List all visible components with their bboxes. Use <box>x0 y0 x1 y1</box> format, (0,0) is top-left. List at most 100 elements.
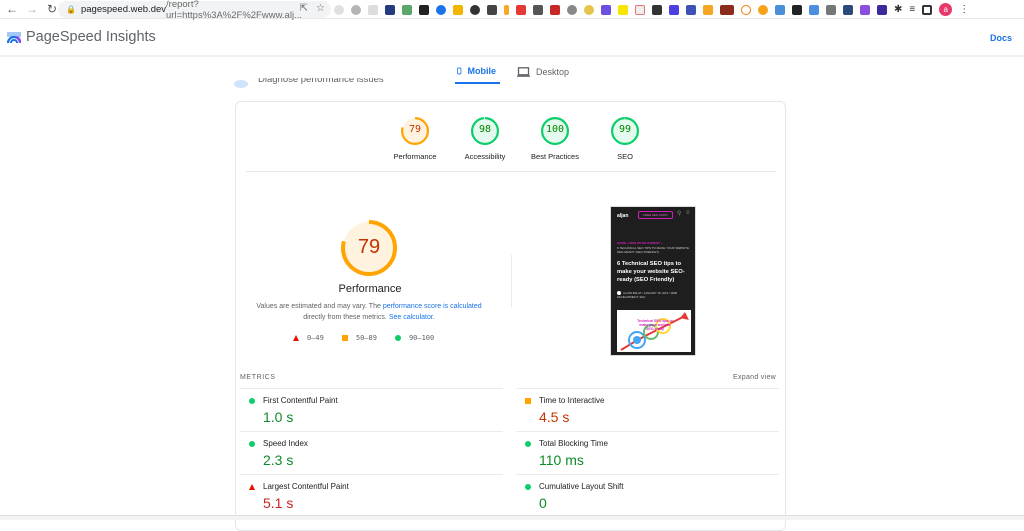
extension-icon[interactable] <box>775 4 785 15</box>
performance-score: 79 <box>357 236 381 258</box>
pass-circle-icon <box>525 441 531 447</box>
metrics-title: METRICS <box>240 374 276 381</box>
gauge-score: 100 <box>545 124 565 135</box>
diagnose-label: Diagnose performance issues <box>258 78 384 85</box>
back-button[interactable]: ← <box>2 2 22 16</box>
extension-icon[interactable] <box>385 4 395 15</box>
psi-header: PageSpeed Insights Docs <box>0 20 1024 57</box>
desc-text: Values are estimated and may vary. The <box>256 303 383 310</box>
extension-icon[interactable] <box>703 4 713 15</box>
extension-icon[interactable] <box>669 4 679 15</box>
gauge-best-practices[interactable]: 100 Best Practices <box>520 116 590 166</box>
see-calculator-link[interactable]: See calculator. <box>389 314 435 321</box>
extension-icon[interactable] <box>453 4 463 15</box>
extension-icon[interactable] <box>792 4 802 15</box>
extension-icon[interactable] <box>686 4 696 15</box>
extension-icon[interactable] <box>758 4 768 15</box>
extension-icon[interactable] <box>635 4 645 15</box>
legend-range: 50–89 <box>355 334 377 342</box>
extension-icon[interactable] <box>351 4 361 15</box>
extension-icon[interactable] <box>618 4 628 15</box>
metric-total-blocking-time: Total Blocking Time 110 ms <box>516 431 779 474</box>
extension-icon[interactable] <box>487 4 497 15</box>
metric-value: 5.1 s <box>263 495 294 511</box>
extension-icon[interactable] <box>652 4 662 15</box>
extension-icon[interactable] <box>843 4 853 15</box>
metric-label: First Contentful Paint <box>263 396 338 405</box>
metric-largest-contentful-paint: Largest Contentful Paint 5.1 s <box>240 474 503 517</box>
extension-icon[interactable] <box>584 4 594 15</box>
browser-toolbar: ← → ↻ 🔒 pagespeed.web.dev /report?url=ht… <box>0 0 1024 21</box>
pass-circle-icon <box>525 484 531 490</box>
desktop-monitor-icon <box>517 67 530 77</box>
share-icon[interactable]: ⇱ <box>300 3 308 14</box>
category-gauges: 79 Performance 98 Accessibility 100 Best… <box>380 116 660 166</box>
extension-icon[interactable] <box>860 4 870 15</box>
thumb-heading: 6 Technical SEO tips to make your websit… <box>617 261 685 283</box>
gauge-score: 79 <box>408 124 422 135</box>
gauge-accessibility[interactable]: 98 Accessibility <box>450 116 520 166</box>
average-square-icon <box>525 398 531 404</box>
docs-link[interactable]: Docs <box>990 33 1012 43</box>
metric-first-contentful-paint: First Contentful Paint 1.0 s <box>240 388 503 431</box>
pass-circle-icon <box>249 441 255 447</box>
address-bar[interactable]: 🔒 pagespeed.web.dev /report?url=https%3A… <box>58 0 331 21</box>
extension-icon[interactable] <box>368 4 378 15</box>
more-menu-icon[interactable]: ⋮ <box>959 4 969 15</box>
extension-icon[interactable] <box>533 4 543 15</box>
performance-title: Performance <box>338 283 402 295</box>
extension-icon[interactable] <box>419 4 429 15</box>
extension-icon[interactable] <box>809 4 819 15</box>
horizontal-scrollbar[interactable] <box>0 515 1024 520</box>
extension-icon[interactable] <box>402 4 412 15</box>
extension-icon[interactable] <box>877 4 887 15</box>
divider <box>246 171 776 172</box>
extension-icon[interactable] <box>601 4 611 15</box>
extension-icon[interactable] <box>516 4 526 15</box>
extension-icon[interactable] <box>504 4 509 15</box>
metric-value: 2.3 s <box>263 452 294 468</box>
bookmark-star-icon[interactable]: ☆ <box>316 3 325 14</box>
pagespeed-logo-icon <box>7 32 21 44</box>
metric-value: 1.0 s <box>263 409 294 425</box>
score-calculated-link[interactable]: performance score is calculated <box>383 303 482 310</box>
tab-desktop[interactable]: Desktop <box>513 60 573 84</box>
puzzle-extensions-icon[interactable]: ✱ <box>894 4 902 15</box>
thumb-search-icon: ⚲ <box>677 211 682 217</box>
diagnose-icon <box>234 80 248 88</box>
expand-view-toggle[interactable]: Expand view <box>733 374 776 381</box>
gauge-performance[interactable]: 79 Performance <box>380 116 450 166</box>
side-panel-icon[interactable] <box>922 4 933 15</box>
forward-button[interactable]: → <box>22 2 42 16</box>
performance-description: Values are estimated and may vary. The p… <box>246 301 492 323</box>
metric-label: Time to Interactive <box>539 396 605 405</box>
extension-icon[interactable] <box>567 4 577 15</box>
extension-icon[interactable] <box>334 4 344 15</box>
seo-graphic-icon <box>620 312 689 351</box>
metric-value: 110 ms <box>539 452 584 468</box>
fail-triangle-icon <box>293 335 299 341</box>
extension-icon[interactable] <box>436 4 446 15</box>
tab-desktop-label: Desktop <box>536 67 570 77</box>
extension-icon[interactable] <box>741 4 751 15</box>
metric-label: Total Blocking Time <box>539 439 608 448</box>
thumb-nav: aljan FREE SEO AUDIT ⚲ ≡ <box>611 207 695 225</box>
extension-icon[interactable] <box>550 4 560 15</box>
thumb-breadcrumb-sub: 6 TECHNICAL SEO TIPS TO MAKE YOUR WEBSIT… <box>617 246 689 254</box>
divider <box>511 255 512 307</box>
eye-icon[interactable] <box>470 4 480 15</box>
extension-icon[interactable] <box>720 4 734 15</box>
final-screenshot: aljan FREE SEO AUDIT ⚲ ≡ HOME » WEB DEVE… <box>610 206 696 356</box>
url-host: pagespeed.web.dev <box>80 4 167 15</box>
tab-mobile[interactable]: Mobile <box>455 60 500 84</box>
gauge-seo[interactable]: 99 SEO <box>590 116 660 166</box>
profile-avatar[interactable]: a <box>939 3 953 16</box>
metric-label: Largest Contentful Paint <box>263 482 349 491</box>
pass-circle-icon <box>249 398 255 404</box>
thumb-breadcrumb: HOME » WEB DEVELOPMENT » <box>617 241 663 245</box>
extension-icon[interactable] <box>826 4 836 15</box>
fail-triangle-icon <box>249 484 255 490</box>
gauge-score: 99 <box>618 124 632 135</box>
reading-list-icon[interactable]: ≡ <box>909 4 915 15</box>
gauge-label: Accessibility <box>464 152 506 161</box>
